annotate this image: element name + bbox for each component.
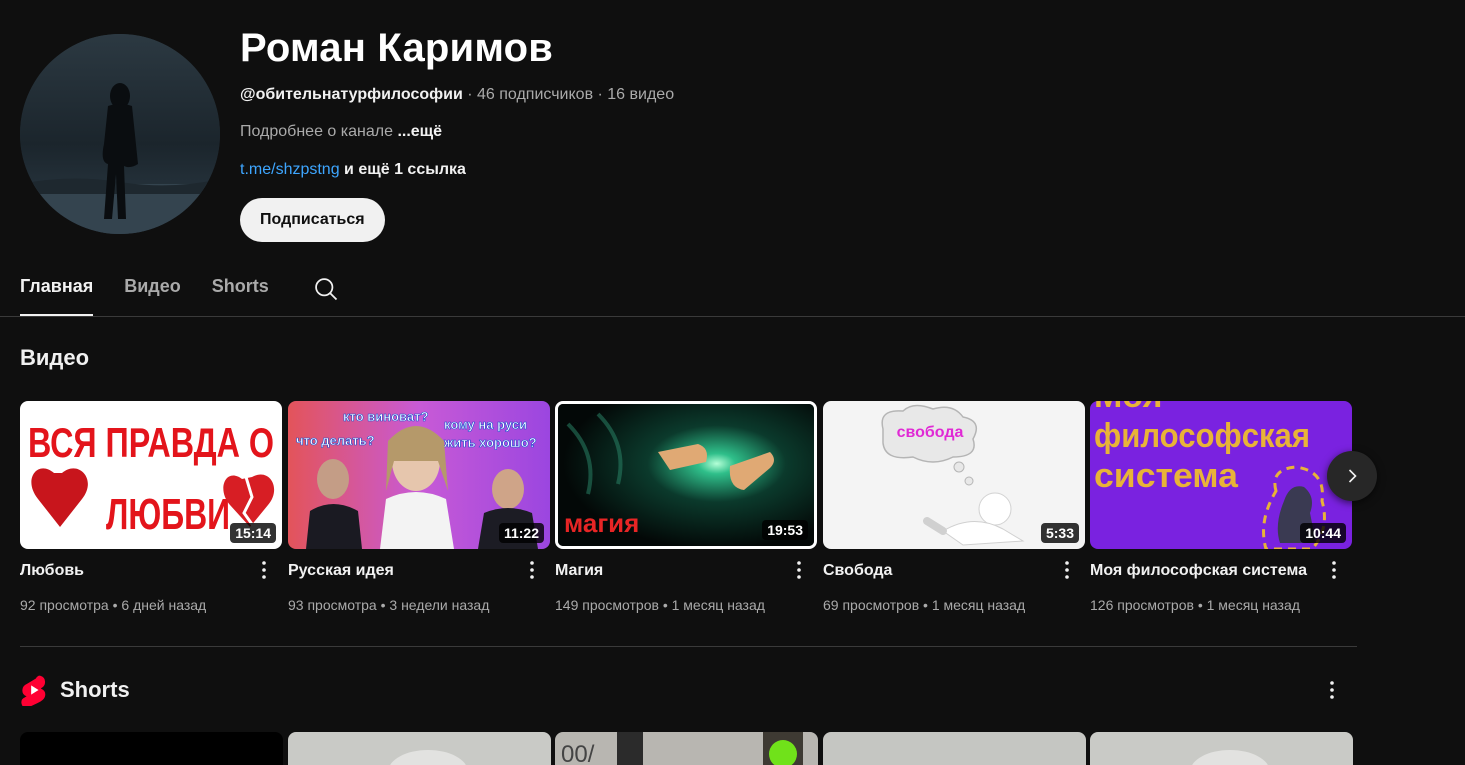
thumb-text: Моя [1094, 401, 1162, 415]
video-title[interactable]: Моя философская система [1090, 562, 1307, 580]
thumb-text: 00/ [561, 741, 595, 765]
about-more-link[interactable]: ...ещё [397, 123, 442, 140]
view-count: 126 просмотров [1090, 597, 1194, 613]
shorts-section-header: Shorts [20, 674, 130, 706]
channel-links: t.me/shzpstng и ещё 1 ссылка [240, 161, 466, 179]
video-card[interactable]: ВСЯ ПРАВДА О ЛЮБВИ 15:14 Любовь 92 просм… [20, 401, 282, 613]
upload-age: 1 месяц назад [931, 597, 1026, 613]
video-card[interactable]: кто виноват? что делать? кому на руси жи… [288, 401, 550, 613]
video-meta: 149 просмотров • 1 месяц назад [555, 597, 765, 613]
view-count: 93 просмотра [288, 597, 377, 613]
more-vert-icon[interactable] [520, 558, 544, 582]
video-card[interactable]: Моя философская система 10:44 Моя филосо… [1090, 401, 1352, 613]
more-vert-icon[interactable] [1055, 558, 1079, 582]
channel-meta: @обительнатурфилософии · 46 подписчиков … [240, 86, 674, 104]
shorts-section-title: Shorts [60, 677, 130, 702]
short-thumbnail[interactable] [288, 732, 551, 765]
more-vert-icon[interactable] [787, 558, 811, 582]
channel-handle: @обительнатурфилософии [240, 86, 463, 103]
video-thumbnail[interactable]: Моя философская система 10:44 [1090, 401, 1352, 549]
channel-avatar[interactable] [20, 34, 220, 234]
video-duration: 10:44 [1300, 523, 1346, 543]
upload-age: 6 дней назад [121, 597, 207, 613]
video-meta: 126 просмотров • 1 месяц назад [1090, 597, 1300, 613]
short-thumbnail[interactable] [20, 732, 283, 765]
tabs-divider [0, 316, 1465, 317]
thumb-text: система [1094, 457, 1239, 495]
chevron-right-icon [1348, 469, 1357, 483]
video-thumbnail[interactable]: ВСЯ ПРАВДА О ЛЮБВИ 15:14 [20, 401, 282, 549]
shorts-logo-icon [21, 675, 46, 706]
video-thumbnail[interactable]: кто виноват? что делать? кому на руси жи… [288, 401, 550, 549]
meta-dot: • [658, 597, 672, 613]
subscribe-button[interactable]: Подписаться [240, 198, 385, 242]
meta-dot: • [1193, 597, 1207, 613]
search-icon[interactable] [312, 275, 340, 303]
view-count: 92 просмотра [20, 597, 109, 613]
video-duration: 15:14 [230, 523, 276, 543]
meta-separator: · [462, 86, 477, 103]
video-duration: 19:53 [762, 520, 808, 540]
view-count: 149 просмотров [555, 597, 659, 613]
about-label: Подробнее о канале [240, 123, 398, 140]
thumb-text: ВСЯ ПРАВДА О [28, 419, 274, 466]
video-card[interactable]: магия 19:53 Магия 149 просмотров • 1 мес… [555, 401, 817, 613]
videos-section-title: Видео [20, 345, 90, 370]
video-shelf: ВСЯ ПРАВДА О ЛЮБВИ 15:14 Любовь 92 просм… [20, 401, 1355, 621]
thumb-text: философская [1094, 417, 1310, 455]
meta-dot: • [108, 597, 122, 613]
video-title[interactable]: Любовь [20, 562, 84, 580]
video-title[interactable]: Магия [555, 562, 603, 580]
video-title[interactable]: Свобода [823, 562, 892, 580]
more-vert-icon[interactable] [1322, 558, 1346, 582]
video-card[interactable]: свобода 5:33 Свобода 69 просмотров • 1 м… [823, 401, 1085, 613]
shelf-next-button[interactable] [1327, 451, 1377, 501]
tab-home[interactable]: Главная [20, 270, 94, 316]
thumb-text: ЛЮБВИ [106, 490, 230, 539]
video-count: 16 видео [607, 86, 675, 103]
subscriber-count: 46 подписчиков [477, 86, 594, 103]
more-vert-icon[interactable] [252, 558, 276, 582]
video-meta: 69 просмотров • 1 месяц назад [823, 597, 1025, 613]
meta-separator: · [593, 86, 608, 103]
short-thumbnail[interactable]: 00/ [555, 732, 818, 765]
more-links[interactable]: и ещё 1 ссылка [340, 161, 466, 178]
upload-age: 3 недели назад [389, 597, 490, 613]
meta-dot: • [919, 597, 932, 613]
upload-age: 1 месяц назад [1206, 597, 1300, 613]
view-count: 69 просмотров [823, 597, 920, 613]
section-divider [20, 646, 1357, 647]
video-duration: 11:22 [498, 523, 544, 543]
channel-tabs: Главная Видео Shorts [20, 270, 340, 316]
tab-shorts[interactable]: Shorts [212, 270, 269, 316]
thumb-text: жить хорошо? [443, 435, 537, 450]
thumb-text: кому на руси [444, 417, 527, 432]
video-title[interactable]: Русская идея [288, 562, 394, 580]
video-meta: 92 просмотра • 6 дней назад [20, 597, 206, 613]
video-thumbnail[interactable]: свобода 5:33 [823, 401, 1085, 549]
short-thumbnail[interactable] [823, 732, 1086, 765]
channel-link[interactable]: t.me/shzpstng [240, 161, 340, 178]
channel-name: Роман Каримов [240, 26, 554, 70]
more-vert-icon[interactable] [1320, 678, 1344, 702]
thumb-text: что делать? [296, 433, 375, 448]
tab-videos[interactable]: Видео [124, 270, 181, 316]
meta-dot: • [376, 597, 390, 613]
shorts-shelf: 00/ [20, 732, 1355, 765]
video-thumbnail[interactable]: магия 19:53 [555, 401, 817, 549]
thumb-text: кто виноват? [343, 409, 428, 424]
video-meta: 93 просмотра • 3 недели назад [288, 597, 489, 613]
channel-about[interactable]: Подробнее о канале ...ещё [240, 123, 442, 141]
thumb-text: свобода [897, 424, 964, 441]
video-duration: 5:33 [1040, 523, 1079, 543]
short-thumbnail[interactable] [1090, 732, 1353, 765]
upload-age: 1 месяц назад [671, 597, 765, 613]
thumb-text: магия [564, 508, 639, 538]
